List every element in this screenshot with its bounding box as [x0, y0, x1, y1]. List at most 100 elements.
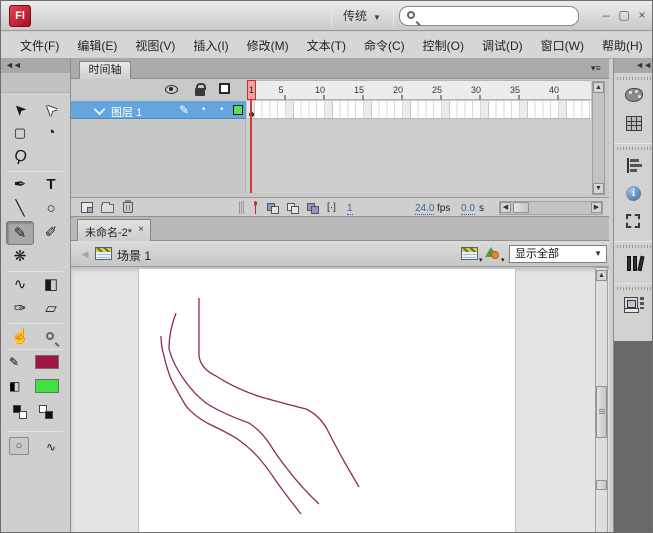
scroll-up-icon[interactable]: ▲ [593, 82, 604, 93]
menu-text[interactable]: 文本(T) [298, 33, 355, 58]
eyedropper-tool-icon[interactable]: ✑ [6, 297, 34, 321]
edit-symbol-button[interactable] [485, 246, 501, 260]
bone-tool-icon[interactable]: ∿ [6, 273, 34, 297]
layer-outline-color-swatch[interactable] [233, 105, 243, 115]
text-tool-icon[interactable]: T [37, 173, 65, 197]
edit-scene-button[interactable] [461, 247, 478, 260]
layer-name[interactable]: 图层 1 [111, 104, 142, 120]
color-panel-button[interactable] [618, 85, 651, 109]
onion-skin-outlines-button[interactable] [287, 203, 300, 214]
align-panel-button[interactable] [618, 155, 651, 179]
lasso-tool-icon[interactable]: Ϙ [6, 145, 34, 169]
transform-panel-button[interactable] [618, 211, 651, 235]
titlebar-separator [331, 6, 332, 26]
tab-close-icon[interactable]: × [138, 224, 144, 235]
menu-help[interactable]: 帮助(H) [593, 33, 652, 58]
close-button[interactable]: × [635, 9, 649, 23]
current-frame-value[interactable]: 1 [347, 203, 353, 215]
tab-timeline[interactable]: 时间轴 [79, 61, 131, 79]
chevron-down-icon: ▾ [479, 257, 483, 264]
3d-rotation-tool-icon[interactable]: ◔ [37, 121, 65, 145]
ruler-label: 20 [392, 85, 404, 95]
timeline-horizontal-scrollbar[interactable]: ◀ ▶ [499, 201, 603, 215]
menu-commands[interactable]: 命令(C) [355, 33, 414, 58]
line-tool-icon[interactable]: ╲ [6, 197, 34, 221]
playhead-line[interactable] [250, 100, 252, 193]
library-panel-button[interactable] [618, 253, 651, 277]
pen-tool-icon[interactable]: ✒ [6, 173, 34, 197]
menu-insert[interactable]: 插入(I) [184, 33, 237, 58]
stroke-color-swatch[interactable] [35, 355, 59, 369]
scrollbar-thumb-end[interactable] [596, 480, 607, 490]
back-arrow-icon[interactable]: ◄ [79, 247, 91, 261]
layer-row[interactable]: 图层 1 ✎ • • [71, 101, 246, 119]
scroll-down-icon[interactable]: ▼ [593, 183, 604, 194]
panel-gripper[interactable] [617, 77, 651, 80]
layer-visibility-dot[interactable]: • [202, 104, 206, 115]
document-tab[interactable]: 未命名-2* × [77, 219, 151, 241]
eraser-tool-icon[interactable]: ▱ [37, 297, 65, 321]
delete-layer-button[interactable] [123, 200, 133, 213]
show-hide-layers-icon[interactable] [165, 85, 178, 94]
tools-panel-collapse[interactable]: ◄◄ [1, 59, 70, 73]
new-folder-button[interactable] [101, 202, 114, 213]
maximize-button[interactable]: ▢ [617, 9, 631, 23]
hand-tool-icon[interactable]: ☝ [6, 325, 34, 349]
panel-gripper[interactable] [617, 245, 651, 248]
layer-lock-dot[interactable]: • [220, 104, 224, 115]
dock-collapse-button[interactable]: ◄◄ [614, 59, 652, 73]
fill-color-swatch[interactable] [35, 379, 59, 393]
pencil-tool-icon[interactable]: ✎ [6, 221, 34, 245]
panel-gripper[interactable] [617, 147, 651, 150]
menu-file[interactable]: 文件(F) [11, 33, 68, 58]
stage-zoom-select[interactable]: 显示全部 ▼ [509, 245, 607, 263]
dock-separator [614, 283, 652, 284]
scroll-left-icon[interactable]: ◀ [500, 202, 511, 213]
zoom-tool-icon[interactable] [37, 325, 65, 349]
menu-control[interactable]: 控制(O) [414, 33, 473, 58]
scroll-right-icon[interactable]: ▶ [591, 202, 602, 213]
menu-modify[interactable]: 修改(M) [238, 33, 298, 58]
panel-resize-gripper[interactable] [239, 201, 244, 214]
info-panel-button[interactable]: i [618, 183, 651, 207]
paint-bucket-tool-icon[interactable]: ◧ [37, 273, 65, 297]
workspace-switcher[interactable]: 传统 ▼ [337, 7, 387, 26]
scroll-up-icon[interactable]: ▲ [596, 270, 607, 281]
elapsed-time-value[interactable]: 0.0 [461, 203, 475, 215]
brush-tool-icon[interactable]: ✐ [37, 221, 65, 245]
scrollbar-thumb[interactable] [513, 202, 529, 213]
layers-empty-area[interactable] [71, 120, 246, 193]
new-layer-button[interactable] [81, 202, 93, 213]
playhead-frame-indicator[interactable]: 1 [247, 80, 256, 100]
lock-layers-icon[interactable] [195, 83, 206, 96]
subselection-tool-icon[interactable]: ➤ [37, 97, 65, 121]
onion-skin-button[interactable] [267, 203, 280, 214]
scrollbar-thumb[interactable] [596, 386, 607, 438]
menu-view[interactable]: 视图(V) [126, 33, 184, 58]
pasteboard[interactable]: ▲ [71, 267, 613, 532]
stage-vertical-scrollbar[interactable]: ▲ [595, 267, 608, 532]
oval-tool-icon[interactable]: ○ [37, 197, 65, 221]
frames-row[interactable] [247, 101, 591, 119]
center-frame-button[interactable] [253, 201, 258, 214]
menu-window[interactable]: 窗口(W) [532, 33, 593, 58]
swatches-panel-button[interactable] [618, 113, 651, 137]
object-drawing-toggle[interactable]: ○ [9, 437, 29, 455]
edit-multiple-frames-button[interactable] [307, 203, 320, 214]
modify-markers-button[interactable]: [·] [327, 202, 336, 213]
frames-empty-area[interactable] [247, 120, 591, 193]
panel-gripper[interactable] [617, 287, 651, 290]
search-input[interactable] [399, 6, 579, 26]
free-transform-tool-icon[interactable]: ▢ [6, 121, 34, 145]
components-panel-button[interactable] [618, 295, 651, 319]
minimize-button[interactable]: – [599, 9, 613, 23]
timeline-vertical-scrollbar[interactable]: ▲ ▼ [592, 81, 605, 195]
outline-layers-icon[interactable] [219, 83, 230, 94]
panel-menu-icon[interactable]: ▾≡ [591, 63, 601, 74]
deco-tool-icon[interactable]: ❋ [6, 245, 34, 269]
menu-debug[interactable]: 调试(D) [473, 33, 532, 58]
menu-edit[interactable]: 编辑(E) [68, 33, 126, 58]
selection-tool-icon[interactable]: ➤ [6, 97, 34, 121]
pencil-mode-smooth-icon[interactable]: ∿ [37, 435, 65, 459]
frame-rate-value[interactable]: 24.0 [415, 203, 435, 215]
